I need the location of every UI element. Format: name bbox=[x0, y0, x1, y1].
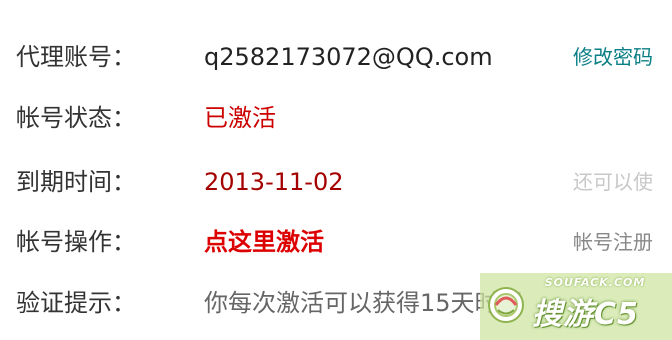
row-action: 帐号操作： 点这里激活 帐号注册 bbox=[0, 222, 672, 262]
site-watermark: SOUFACK.COM 搜游C5 bbox=[480, 273, 672, 340]
hint-label: 验证提示： bbox=[16, 289, 136, 317]
hint-value: 你每次激活可以获得15天时间 bbox=[204, 289, 523, 317]
remaining-hint-text: 还可以使 bbox=[573, 170, 653, 194]
watermark-brand: 搜游C5 bbox=[532, 297, 639, 332]
expiry-value: 2013-11-02 bbox=[204, 168, 344, 196]
status-label: 帐号状态： bbox=[16, 104, 136, 132]
status-value: 已激活 bbox=[204, 104, 276, 132]
row-account: 代理账号： q2582173072@QQ.com 修改密码 bbox=[0, 37, 672, 77]
row-status: 帐号状态： 已激活 bbox=[0, 98, 672, 138]
account-info-panel: 代理账号： q2582173072@QQ.com 修改密码 帐号状态： 已激活 … bbox=[0, 0, 672, 340]
watermark-site-url: SOUFACK.COM bbox=[544, 276, 646, 289]
change-password-link[interactable]: 修改密码 bbox=[573, 37, 653, 77]
account-value: q2582173072@QQ.com bbox=[204, 43, 493, 71]
row-expiry: 到期时间： 2013-11-02 还可以使 bbox=[0, 162, 672, 202]
account-label: 代理账号： bbox=[16, 43, 136, 71]
expiry-label: 到期时间： bbox=[16, 168, 136, 196]
register-account-link[interactable]: 帐号注册 bbox=[573, 222, 653, 262]
action-label: 帐号操作： bbox=[16, 228, 136, 256]
activate-link[interactable]: 点这里激活 bbox=[204, 222, 324, 262]
